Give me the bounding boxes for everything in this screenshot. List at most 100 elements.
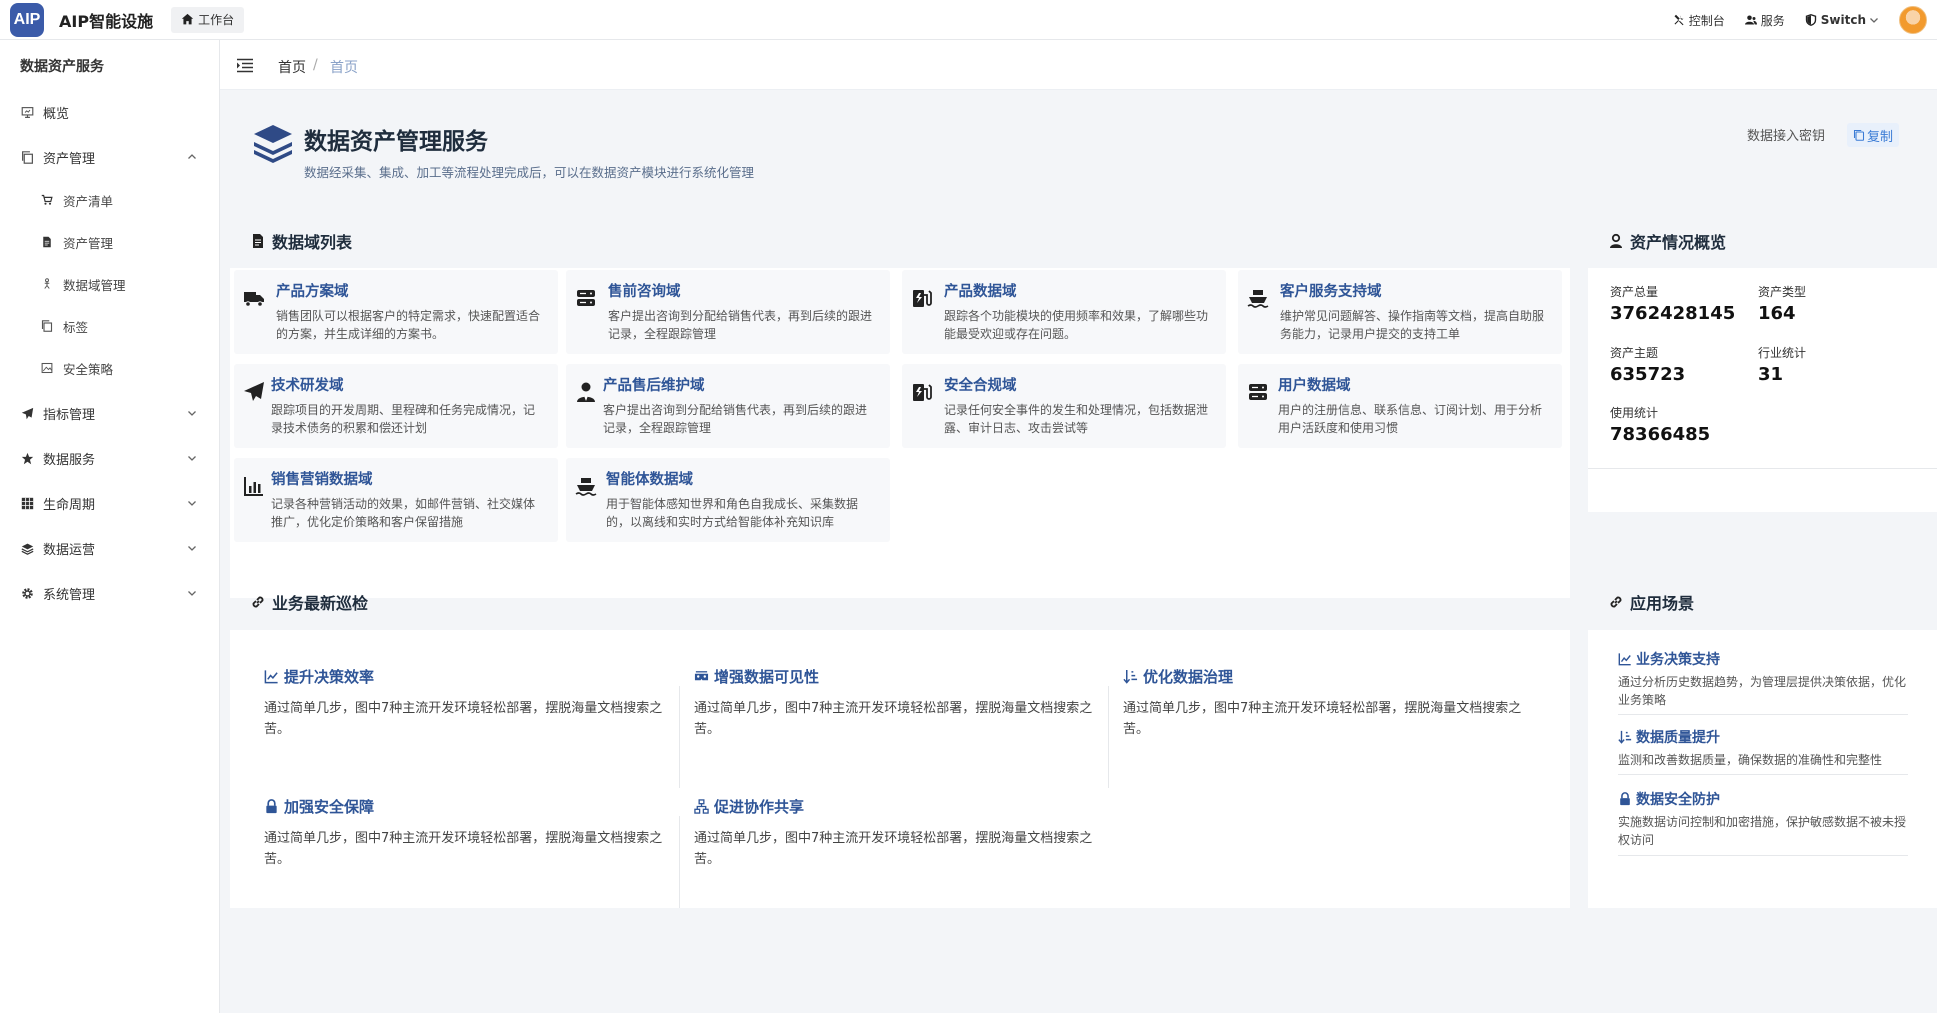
domain-name[interactable]: 用户数据域 <box>1278 374 1351 395</box>
page-title: 数据资产管理服务 <box>304 129 488 155</box>
divider <box>679 686 680 788</box>
sidebar-subitem-tags[interactable]: 标签 <box>0 311 219 341</box>
ship-icon <box>1246 286 1270 310</box>
tools-icon <box>1673 14 1685 26</box>
domain-card[interactable]: 销售营销数据域 记录各种营销活动的效果，如邮件营销、社交媒体推广，优化定价策略和… <box>234 458 558 542</box>
domain-desc: 记录任何安全事件的发生和处理情况，包括数据泄露、审计日志、攻击尝试等 <box>944 403 1209 435</box>
domain-card[interactable]: 产品数据域 跟踪各个功能模块的使用频率和效果，了解哪些功能最受欢迎或存在问题。 <box>902 270 1226 354</box>
scene-item[interactable]: 数据安全防护 实施数据访问控制和加密措施，保护敏感数据不被未授权访问 <box>1618 789 1908 849</box>
switch-label: Switch <box>1820 13 1866 27</box>
sidebar-title: 数据资产服务 <box>20 59 104 75</box>
inspection-item-title[interactable]: 优化数据治理 <box>1143 666 1233 687</box>
domain-name[interactable]: 客户服务支持域 <box>1280 280 1382 301</box>
domain-card[interactable]: 产品售后维护域 客户提出咨询到分配给销售代表，再到后续的跟进记录，全程跟踪管理 <box>566 364 890 448</box>
sidebar-subitem-asset-management[interactable]: 资产管理 <box>0 227 219 257</box>
sidebar-item-label: 指标管理 <box>43 407 96 423</box>
stack-icon <box>252 122 294 164</box>
server-icon <box>1246 380 1270 404</box>
domain-card[interactable]: 客户服务支持域 维护常见问题解答、操作指南等文档，提高自助服务能力，记录用户提交… <box>1238 270 1562 354</box>
console-label: 控制台 <box>1688 13 1725 28</box>
domain-desc: 用于智能体感知世界和角色自我成长、采集数据的，以离线和实时方式给智能体补充知识库 <box>606 497 859 529</box>
breadcrumb-home[interactable]: 首页 <box>278 57 306 77</box>
sidebar-subitem-label: 资产清单 <box>63 193 114 209</box>
inspection-item-title[interactable]: 增强数据可见性 <box>714 666 819 687</box>
breadcrumb-bar: 首页 / 首页 <box>220 40 1937 90</box>
sidebar-item-label: 概览 <box>43 106 70 122</box>
console-link[interactable]: 控制台 <box>1673 12 1725 29</box>
sidebar-subitem-domain-management[interactable]: 数据域管理 <box>0 269 219 299</box>
domain-desc: 客户提出咨询到分配给销售代表，再到后续的跟进记录，全程跟踪管理 <box>608 309 873 341</box>
layers-icon <box>20 541 34 555</box>
eye-group-icon <box>694 669 709 684</box>
chevron-down-icon <box>187 498 197 508</box>
sidebar-subitem-security-policy[interactable]: 安全策略 <box>0 353 219 383</box>
avatar[interactable] <box>1899 6 1927 34</box>
domain-name[interactable]: 产品方案域 <box>276 280 349 301</box>
inspection-item-title[interactable]: 促进协作共享 <box>714 796 804 817</box>
breadcrumb-separator: / <box>313 57 318 73</box>
domain-name[interactable]: 产品售后维护域 <box>603 374 705 395</box>
sidebar-item-data-operation[interactable]: 数据运营 <box>0 533 219 563</box>
domain-desc: 记录各种营销活动的效果，如邮件营销、社交媒体推广，优化定价策略和客户保留措施 <box>271 497 536 529</box>
scene-item-title[interactable]: 数据质量提升 <box>1636 727 1720 747</box>
workspace-button[interactable]: 工作台 <box>171 6 245 33</box>
menu-toggle-icon[interactable] <box>236 58 254 73</box>
inspection-item-title[interactable]: 提升决策效率 <box>284 666 374 687</box>
sidebar-item-label: 数据服务 <box>43 452 96 468</box>
line-chart-icon <box>1618 652 1632 666</box>
domain-card[interactable]: 安全合规域 记录任何安全事件的发生和处理情况，包括数据泄露、审计日志、攻击尝试等 <box>902 364 1226 448</box>
switch-dropdown[interactable]: Switch <box>1805 13 1879 27</box>
domain-name[interactable]: 售前咨询域 <box>608 280 681 301</box>
domain-card[interactable]: 用户数据域 用户的注册信息、联系信息、订阅计划、用于分析用户活跃度和使用习惯 <box>1238 364 1562 448</box>
scene-item[interactable]: 数据质量提升 监测和改善数据质量，确保数据的准确性和完整性 <box>1618 727 1908 769</box>
ship-icon <box>574 474 598 498</box>
domain-name[interactable]: 技术研发域 <box>271 374 344 395</box>
stat-value: 164 <box>1758 303 1796 324</box>
inspection-title: 业务最新巡检 <box>250 590 368 614</box>
lock-icon <box>1618 792 1632 806</box>
stat-label: 资产主题 <box>1610 346 1659 360</box>
grid-icon <box>20 496 34 510</box>
sidebar-item-label: 生命周期 <box>43 497 96 513</box>
sidebar-item-metrics[interactable]: 指标管理 <box>0 398 219 428</box>
file-icon <box>40 236 53 249</box>
domain-name[interactable]: 安全合规域 <box>944 374 1017 395</box>
domain-name[interactable]: 产品数据域 <box>944 280 1017 301</box>
sidebar-item-data-service[interactable]: 数据服务 <box>0 443 219 473</box>
domain-card[interactable]: 售前咨询域 客户提出咨询到分配给销售代表，再到后续的跟进记录，全程跟踪管理 <box>566 270 890 354</box>
lock-icon <box>264 799 279 814</box>
scene-item-title[interactable]: 数据安全防护 <box>1636 789 1720 809</box>
sidebar-subitem-label: 数据域管理 <box>63 277 126 293</box>
app-title: AIP智能设施 <box>59 11 154 31</box>
sort-icon <box>1123 669 1138 684</box>
inspection-panel: 提升决策效率 通过简单几步，图中7种主流开发环境轻松部署，摆脱海量文档搜索之苦。… <box>230 630 1570 908</box>
domain-card[interactable]: 技术研发域 跟踪项目的开发周期、里程碑和任务完成情况，记录技术债务的积累和偿还计… <box>234 364 558 448</box>
sidebar-subitem-asset-list[interactable]: 资产清单 <box>0 185 219 215</box>
domain-name[interactable]: 销售营销数据域 <box>271 468 373 489</box>
scenes-title-text: 应用场景 <box>1630 594 1695 613</box>
app-logo[interactable]: AIP <box>10 2 44 37</box>
sidebar-item-system-management[interactable]: 系统管理 <box>0 578 219 608</box>
service-link[interactable]: 服务 <box>1745 12 1785 29</box>
chevron-down-icon <box>187 453 197 463</box>
paper-plane-icon <box>242 380 266 404</box>
scene-item-title[interactable]: 业务决策支持 <box>1636 649 1720 669</box>
copy-key-button[interactable]: 复制 <box>1847 123 1900 147</box>
scene-item[interactable]: 业务决策支持 通过分析历史数据趋势，为管理层提供决策依据，优化业务策略 <box>1618 649 1908 709</box>
domain-name[interactable]: 智能体数据域 <box>606 468 693 489</box>
sidebar-item-lifecycle[interactable]: 生命周期 <box>0 488 219 518</box>
domain-card[interactable]: 产品方案域 销售团队可以根据客户的特定需求，快速配置适合的方案，并生成详细的方案… <box>234 270 558 354</box>
overview-panel: 资产总量 3762428145 资产类型 164 资产主题 635723 行业统… <box>1588 268 1937 512</box>
sort-icon <box>1618 730 1632 744</box>
domain-card[interactable]: 智能体数据域 用于智能体感知世界和角色自我成长、采集数据的，以离线和实时方式给智… <box>566 458 890 542</box>
inspection-item-title[interactable]: 加强安全保障 <box>284 796 374 817</box>
overview-divider <box>1588 468 1937 469</box>
sidebar-item-asset-management[interactable]: 资产管理 <box>0 142 219 172</box>
chevron-down-icon <box>187 408 197 418</box>
truck-icon <box>242 286 266 310</box>
overview-title: 资产情况概览 <box>1608 229 1726 253</box>
sitemap-icon <box>694 799 709 814</box>
charging-icon <box>910 286 934 310</box>
inspection-item-desc: 通过简单几步，图中7种主流开发环境轻松部署，摆脱海量文档搜索之苦。 <box>264 831 663 867</box>
sidebar-item-overview[interactable]: 概览 <box>0 97 219 127</box>
